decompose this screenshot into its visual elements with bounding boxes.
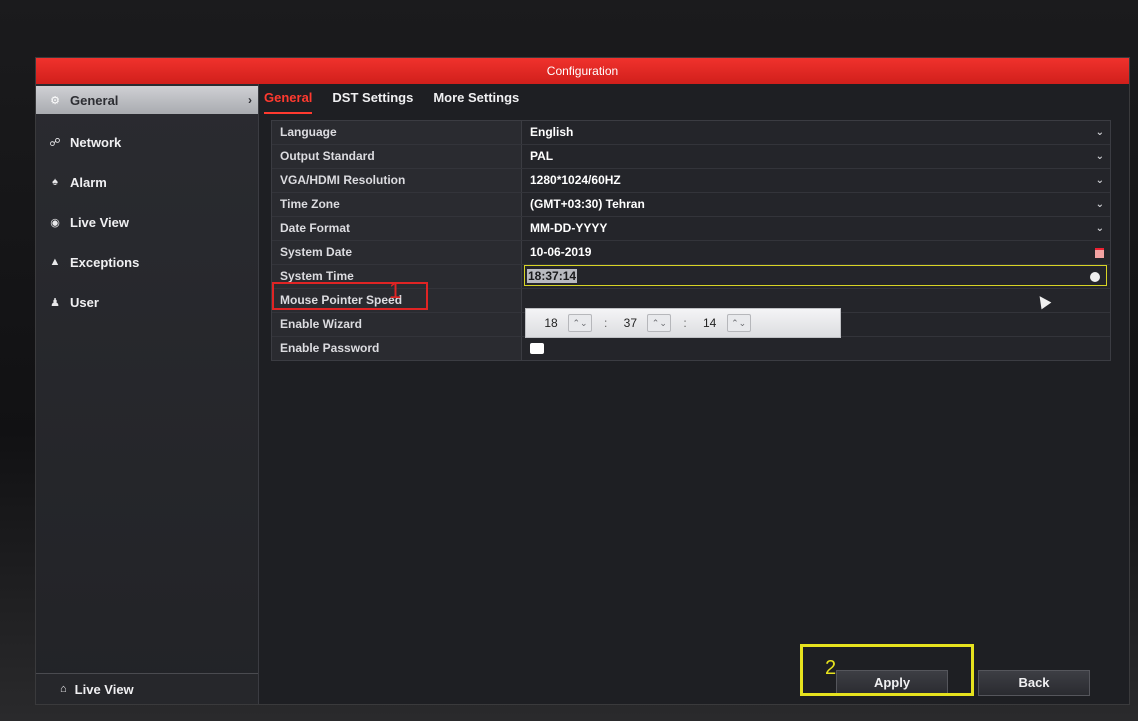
time-value[interactable]: 18:37:14 xyxy=(527,269,578,283)
setting-row-system-date: System Date 10-06-2019 xyxy=(272,241,1110,265)
minute-value[interactable]: 37 xyxy=(613,316,647,330)
sidebar-item-network[interactable]: ☍ Network xyxy=(36,124,258,160)
enable-password-checkbox[interactable] xyxy=(530,343,544,354)
sidebar-item-label: Exceptions xyxy=(70,254,140,270)
network-icon: ☍ xyxy=(49,136,61,149)
setting-label: Enable Wizard xyxy=(272,313,522,336)
chevron-down-icon: ⌄ xyxy=(1095,199,1104,210)
live-view-footer-button[interactable]: ⌂ Live View xyxy=(36,673,258,704)
tab-dst-settings[interactable]: DST Settings xyxy=(332,90,413,114)
dropdown-value: (GMT+03:30) Tehran xyxy=(530,197,645,211)
sidebar-item-alarm[interactable]: ♠ Alarm xyxy=(36,164,258,200)
tab-more-settings[interactable]: More Settings xyxy=(433,90,519,114)
sidebar-item-general[interactable]: ⚙ General › xyxy=(36,86,258,114)
system-date-field[interactable]: 10-06-2019 xyxy=(522,241,1110,264)
setting-label: VGA/HDMI Resolution xyxy=(272,169,522,192)
language-dropdown[interactable]: English ⌄ xyxy=(522,121,1110,144)
dropdown-value: PAL xyxy=(530,149,554,163)
eye-icon: ◉ xyxy=(50,216,60,229)
chevron-down-icon: ⌄ xyxy=(1095,175,1104,186)
window-title: Configuration xyxy=(36,58,1129,84)
setting-row-resolution: VGA/HDMI Resolution 1280*1024/60HZ ⌄ xyxy=(272,169,1110,193)
sidebar-item-label: Network xyxy=(70,134,122,150)
annotation-number-2: 2 xyxy=(825,657,837,679)
sidebar-item-live-view[interactable]: ◉ Live View xyxy=(36,204,258,240)
warning-icon: ▲ xyxy=(49,256,61,268)
hour-value[interactable]: 18 xyxy=(534,316,568,330)
dropdown-value: English xyxy=(530,125,574,139)
tab-general[interactable]: General xyxy=(264,90,313,114)
sidebar: ⚙ General › ☍ Network ♠ Alarm ◉ Live Vie… xyxy=(36,84,259,704)
sidebar-item-exceptions[interactable]: ▲ Exceptions xyxy=(36,244,258,280)
hour-stepper-icon[interactable]: ⌃⌄ xyxy=(568,314,592,332)
chevron-right-icon: › xyxy=(248,93,252,107)
minute-stepper-icon[interactable]: ⌃⌄ xyxy=(647,314,672,332)
time-zone-dropdown[interactable]: (GMT+03:30) Tehran ⌄ xyxy=(522,193,1110,216)
footer-label: Live View xyxy=(74,681,134,697)
output-standard-dropdown[interactable]: PAL ⌄ xyxy=(522,145,1110,168)
separator: : xyxy=(683,316,687,330)
date-value: 10-06-2019 xyxy=(530,245,592,259)
dropdown-value: MM-DD-YYYY xyxy=(530,221,608,235)
annotation-box-system-time xyxy=(272,282,428,310)
annotation-number-1: 1 xyxy=(389,278,402,303)
setting-row-language: Language English ⌄ xyxy=(272,121,1110,145)
time-spinner-popup: 18 ⌃⌄ : 37 ⌃⌄ : 14 ⌃⌄ xyxy=(525,308,841,338)
system-time-field[interactable]: 18:37:14 xyxy=(524,265,1107,286)
alarm-icon: ♠ xyxy=(52,176,58,188)
calendar-icon[interactable] xyxy=(1095,248,1104,258)
sidebar-item-label: Live View xyxy=(70,214,130,230)
chevron-down-icon: ⌄ xyxy=(1095,223,1104,234)
sidebar-item-user[interactable]: ♟ User xyxy=(36,284,258,320)
users-icon: ♟ xyxy=(50,296,60,309)
tab-bar: General DST Settings More Settings xyxy=(264,90,539,114)
setting-row-date-format: Date Format MM-DD-YYYY ⌄ xyxy=(272,217,1110,241)
home-icon: ⌂ xyxy=(60,683,67,695)
chevron-down-icon: ⌄ xyxy=(1095,151,1104,162)
second-stepper-icon[interactable]: ⌃⌄ xyxy=(726,314,751,332)
dvr-screen: Configuration ⚙ General › ☍ Network ♠ Al… xyxy=(35,57,1130,705)
setting-label: Output Standard xyxy=(272,145,522,168)
clock-icon[interactable] xyxy=(1090,272,1100,282)
setting-row-enable-password: Enable Password xyxy=(272,337,1110,360)
setting-row-output-standard: Output Standard PAL ⌄ xyxy=(272,145,1110,169)
setting-label: Language xyxy=(272,121,522,144)
dropdown-value: 1280*1024/60HZ xyxy=(530,173,621,187)
setting-label: Time Zone xyxy=(272,193,522,216)
setting-label: Date Format xyxy=(272,217,522,240)
sidebar-item-label: Alarm xyxy=(70,174,107,190)
resolution-dropdown[interactable]: 1280*1024/60HZ ⌄ xyxy=(522,169,1110,192)
sidebar-item-label: General xyxy=(70,92,119,108)
setting-label: Enable Password xyxy=(272,337,522,360)
separator: : xyxy=(604,316,608,330)
date-format-dropdown[interactable]: MM-DD-YYYY ⌄ xyxy=(522,217,1110,240)
second-value[interactable]: 14 xyxy=(693,316,727,330)
setting-label: System Date xyxy=(272,241,522,264)
sidebar-item-label: User xyxy=(70,294,99,310)
back-button[interactable]: Back xyxy=(978,670,1090,696)
gear-icon: ⚙ xyxy=(50,94,60,107)
setting-row-time-zone: Time Zone (GMT+03:30) Tehran ⌄ xyxy=(272,193,1110,217)
chevron-down-icon: ⌄ xyxy=(1095,127,1104,138)
